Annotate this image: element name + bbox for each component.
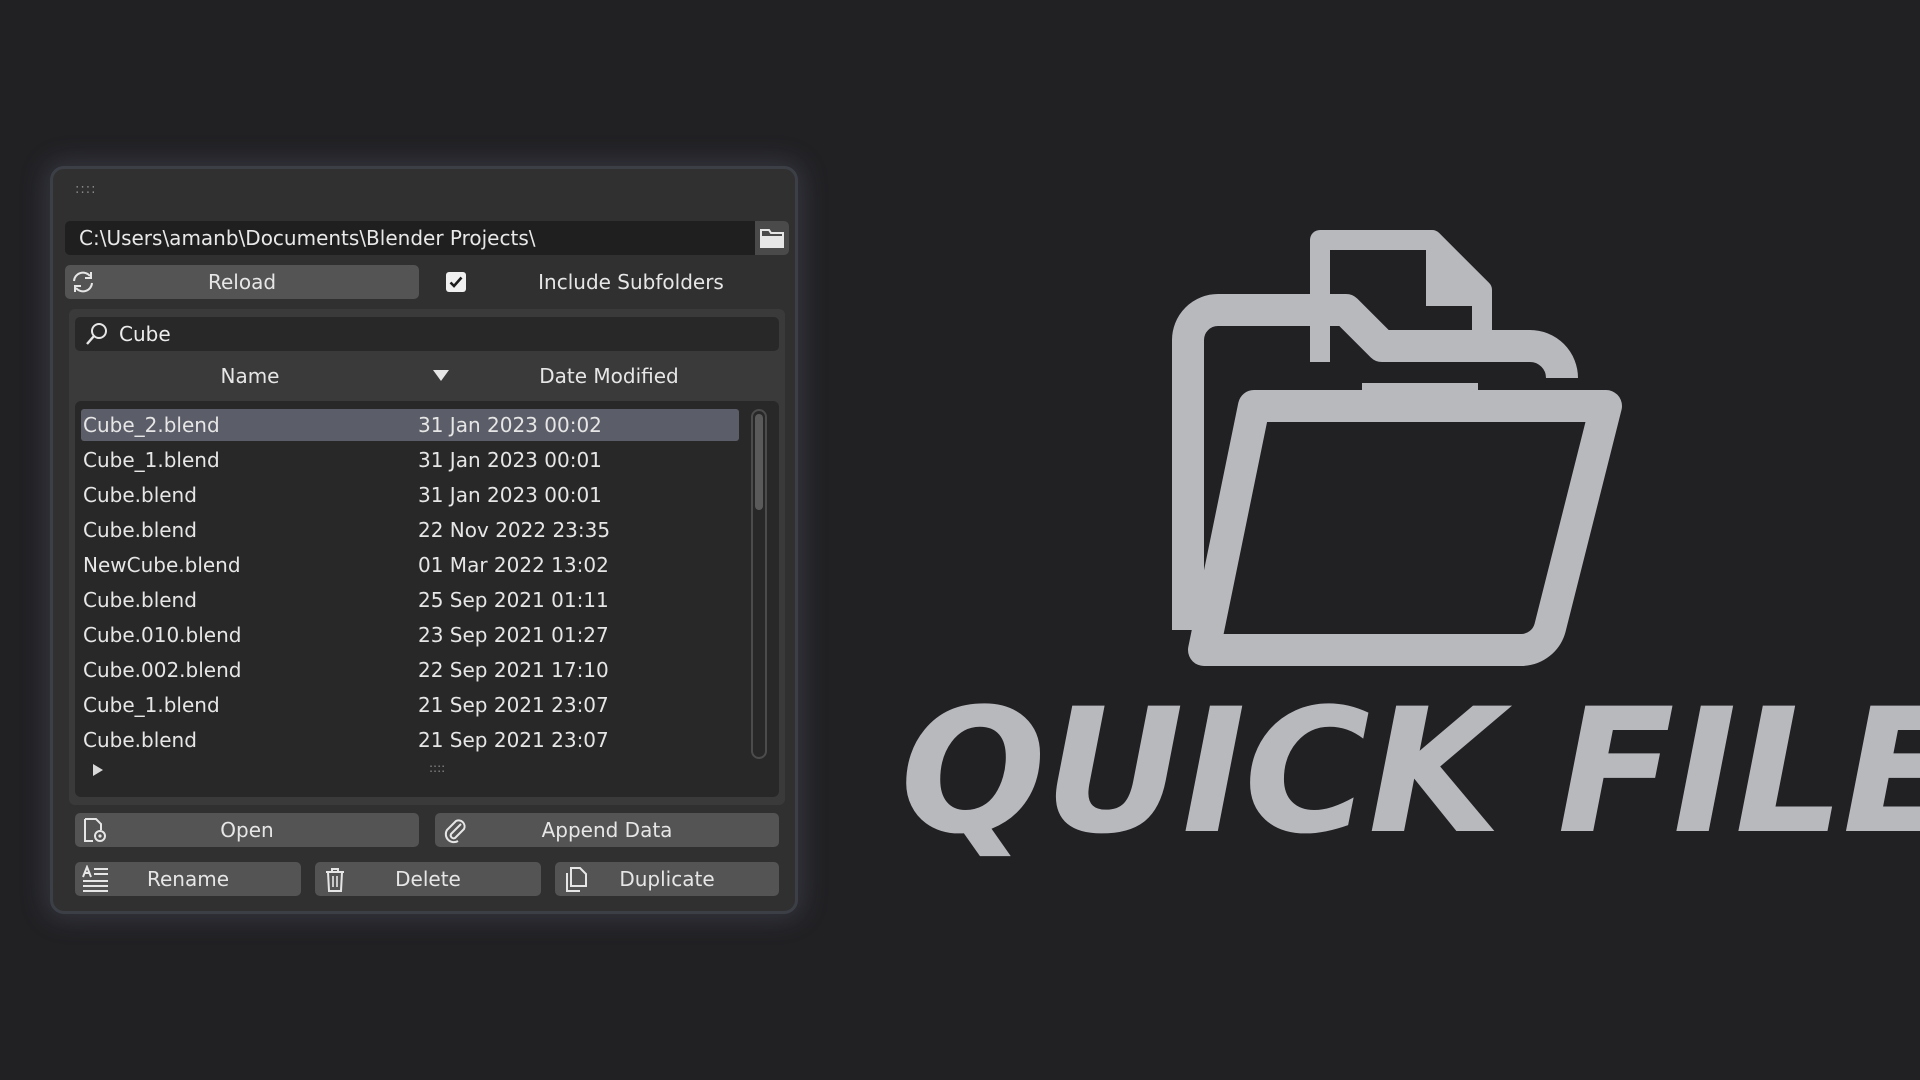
include-subfolders-label: Include Subfolders — [538, 270, 724, 294]
duplicate-label: Duplicate — [619, 867, 715, 891]
file-row[interactable]: Cube.blend 31 Jan 2023 00:01 — [81, 479, 739, 511]
file-browser-box: Cube Name Date Modified Cube_2.blend 31 … — [69, 309, 785, 805]
path-row: C:\Users\amanb\Documents\Blender Project… — [65, 221, 789, 255]
delete-button[interactable]: Delete — [315, 862, 541, 896]
search-icon — [75, 322, 119, 346]
delete-label: Delete — [395, 867, 461, 891]
list-resize-grip[interactable]: :::: — [429, 761, 445, 775]
file-date: 21 Sep 2021 23:07 — [418, 693, 609, 717]
column-header-name[interactable]: Name — [75, 359, 425, 393]
browse-folder-button[interactable] — [755, 221, 789, 255]
paperclip-icon — [435, 816, 475, 844]
file-date: 01 Mar 2022 13:02 — [418, 553, 609, 577]
open-label: Open — [220, 818, 274, 842]
checkmark-icon — [449, 276, 463, 288]
search-value: Cube — [119, 322, 171, 346]
file-row[interactable]: Cube.blend 21 Sep 2021 23:07 — [81, 724, 739, 756]
file-name: Cube.blend — [83, 728, 197, 752]
append-data-button[interactable]: Append Data — [435, 813, 779, 847]
file-date: 25 Sep 2021 01:11 — [418, 588, 609, 612]
reload-row: Reload Include Subfolders — [65, 265, 789, 299]
list-scrollbar[interactable] — [751, 409, 767, 759]
file-row[interactable]: Cube_2.blend 31 Jan 2023 00:02 — [81, 409, 739, 441]
file-date: 22 Sep 2021 17:10 — [418, 658, 609, 682]
duplicate-button[interactable]: Duplicate — [555, 862, 779, 896]
folder-browse-icon — [760, 229, 784, 248]
brand-title: QUICK FILES — [900, 682, 1920, 862]
screen: :::: C:\Users\amanb\Documents\Blender Pr… — [0, 0, 1920, 1080]
file-list: Cube_2.blend 31 Jan 2023 00:02 Cube_1.bl… — [75, 401, 779, 797]
search-input[interactable]: Cube — [75, 317, 779, 351]
drag-grip[interactable]: :::: — [75, 183, 97, 196]
file-date: 31 Jan 2023 00:01 — [418, 448, 602, 472]
duplicate-icon — [555, 865, 595, 893]
file-row[interactable]: Cube.blend 25 Sep 2021 01:11 — [81, 584, 739, 616]
file-row[interactable]: Cube.010.blend 23 Sep 2021 01:27 — [81, 619, 739, 651]
file-row[interactable]: NewCube.blend 01 Mar 2022 13:02 — [81, 549, 739, 581]
file-name: Cube_1.blend — [83, 693, 220, 717]
rename-button[interactable]: Rename — [75, 862, 301, 896]
file-row[interactable]: Cube_1.blend 21 Sep 2021 23:07 — [81, 689, 739, 721]
reload-icon — [65, 270, 101, 294]
rename-icon — [75, 865, 115, 893]
file-name: Cube.blend — [83, 588, 197, 612]
include-subfolders-checkbox[interactable] — [446, 272, 466, 292]
directory-path-field[interactable]: C:\Users\amanb\Documents\Blender Project… — [65, 221, 755, 255]
scrollbar-thumb[interactable] — [755, 414, 763, 510]
open-button[interactable]: Open — [75, 813, 419, 847]
trash-icon — [315, 865, 355, 893]
file-date: 31 Jan 2023 00:02 — [418, 413, 602, 437]
file-row[interactable]: Cube.blend 22 Nov 2022 23:35 — [81, 514, 739, 546]
file-name: Cube_2.blend — [83, 413, 220, 437]
expand-arrow-icon[interactable] — [93, 764, 103, 776]
file-row[interactable]: Cube_1.blend 31 Jan 2023 00:01 — [81, 444, 739, 476]
reload-button[interactable]: Reload — [65, 265, 419, 299]
quick-files-panel: :::: C:\Users\amanb\Documents\Blender Pr… — [50, 166, 798, 914]
rename-label: Rename — [146, 867, 230, 891]
file-name: Cube.002.blend — [83, 658, 242, 682]
file-date: 22 Nov 2022 23:35 — [418, 518, 611, 542]
file-date: 21 Sep 2021 23:07 — [418, 728, 609, 752]
folder-logo-icon — [1172, 230, 1622, 666]
sort-down-icon[interactable] — [433, 370, 449, 382]
file-name: Cube.010.blend — [83, 623, 242, 647]
open-file-icon — [75, 816, 115, 844]
file-name: Cube_1.blend — [83, 448, 220, 472]
file-date: 23 Sep 2021 01:27 — [418, 623, 609, 647]
column-header-date[interactable]: Date Modified — [459, 359, 759, 393]
reload-label: Reload — [207, 270, 277, 294]
append-data-label: Append Data — [541, 818, 673, 842]
file-name: NewCube.blend — [83, 553, 241, 577]
file-name: Cube.blend — [83, 518, 197, 542]
file-name: Cube.blend — [83, 483, 197, 507]
file-date: 31 Jan 2023 00:01 — [418, 483, 602, 507]
file-row[interactable]: Cube.002.blend 22 Sep 2021 17:10 — [81, 654, 739, 686]
